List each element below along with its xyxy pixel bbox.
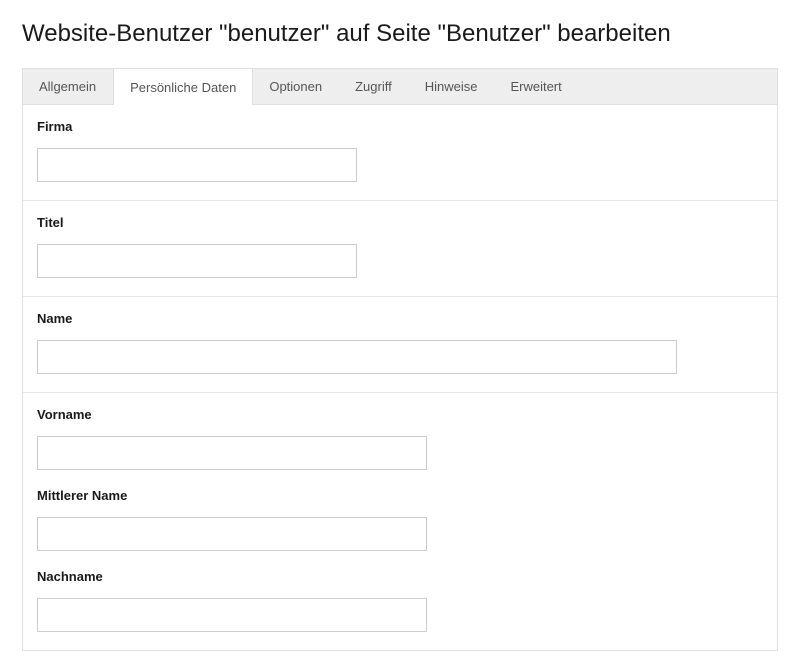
label-firma: Firma — [37, 119, 763, 134]
field-group-name: Name — [23, 297, 777, 393]
input-nachname[interactable] — [37, 598, 427, 632]
input-firma[interactable] — [37, 148, 357, 182]
tab-bar: Allgemein Persönliche Daten Optionen Zug… — [22, 68, 778, 104]
input-titel[interactable] — [37, 244, 357, 278]
tab-allgemein[interactable]: Allgemein — [23, 69, 113, 104]
label-vorname: Vorname — [37, 407, 763, 422]
label-titel: Titel — [37, 215, 763, 230]
input-mittlerer-name[interactable] — [37, 517, 427, 551]
tab-hinweise[interactable]: Hinweise — [409, 69, 495, 104]
field-group-titel: Titel — [23, 201, 777, 297]
page-title: Website-Benutzer "benutzer" auf Seite "B… — [22, 20, 778, 48]
input-vorname[interactable] — [37, 436, 427, 470]
tab-optionen[interactable]: Optionen — [253, 69, 339, 104]
form-panel: Firma Titel Name Vorname Mittlerer Name … — [22, 104, 778, 651]
tab-zugriff[interactable]: Zugriff — [339, 69, 409, 104]
field-group-names: Vorname Mittlerer Name Nachname — [23, 393, 777, 650]
field-group-firma: Firma — [23, 105, 777, 201]
label-name: Name — [37, 311, 763, 326]
label-nachname: Nachname — [37, 569, 763, 584]
input-name[interactable] — [37, 340, 677, 374]
label-mittlerer-name: Mittlerer Name — [37, 488, 763, 503]
tab-erweitert[interactable]: Erweitert — [494, 69, 578, 104]
tab-persoenliche-daten[interactable]: Persönliche Daten — [113, 68, 253, 105]
